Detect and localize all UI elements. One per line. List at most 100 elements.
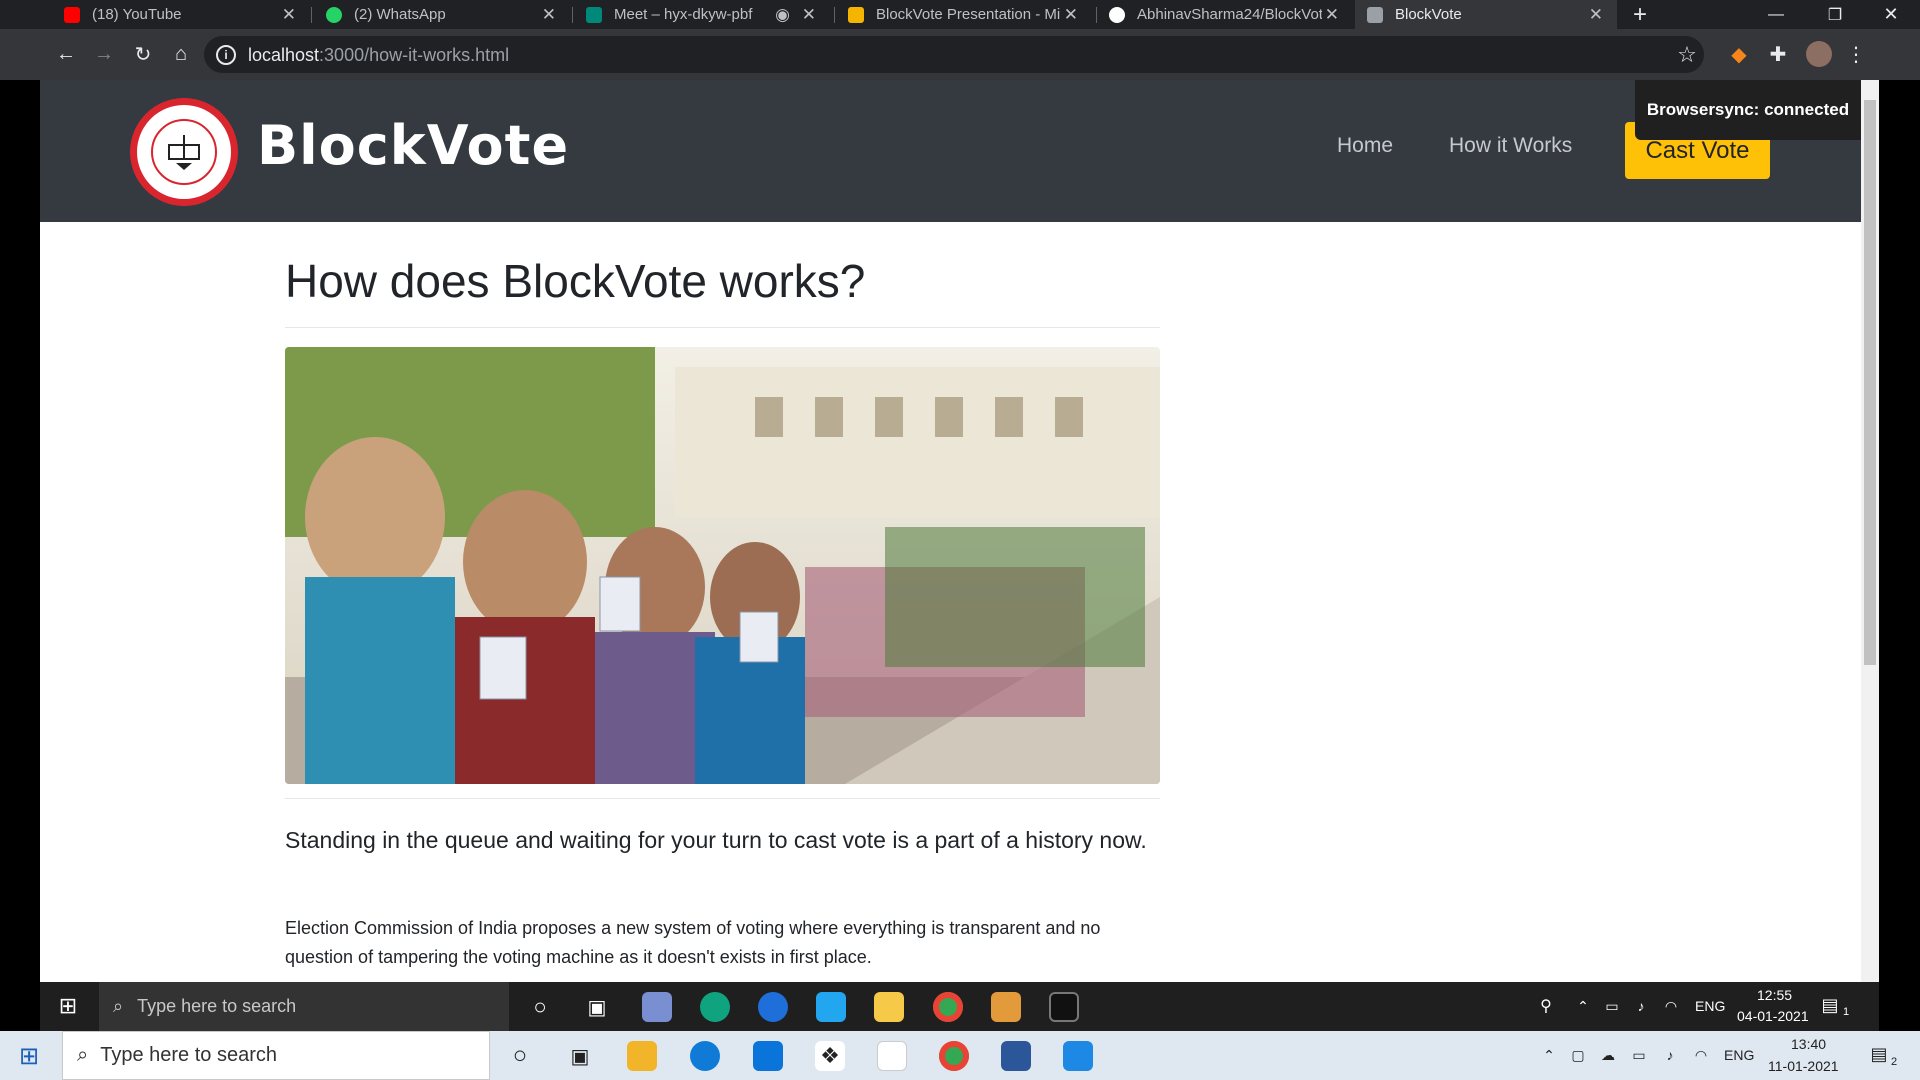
notification-center-icon[interactable]: ▤ xyxy=(1817,992,1843,1018)
lead-paragraph: Standing in the queue and waiting for yo… xyxy=(285,827,1147,853)
minimize-icon[interactable]: — xyxy=(1761,0,1791,29)
clock-date[interactable]: 11-01-2021 xyxy=(1768,1058,1839,1074)
search-icon: ⌕ xyxy=(77,1044,89,1066)
dropbox-icon[interactable]: ❖ xyxy=(815,1041,845,1071)
chrome-icon[interactable] xyxy=(933,992,963,1022)
chevron-up-icon[interactable]: ⌃ xyxy=(1573,994,1593,1018)
url-host: localhost xyxy=(248,45,320,65)
tab-title: Meet – hyx-dkyw-pbf xyxy=(614,6,753,23)
tab-title: AbhinavSharma24/BlockVote xyxy=(1137,6,1322,23)
window-close-icon[interactable]: ✕ xyxy=(1876,0,1906,29)
taskbar-search-box[interactable]: ⌕ Type here to search xyxy=(62,1031,490,1080)
college-seal-logo[interactable] xyxy=(130,98,238,206)
tab-title: (18) YouTube xyxy=(92,6,182,23)
whatsapp-icon xyxy=(326,6,342,23)
package-app-icon[interactable] xyxy=(991,992,1021,1022)
task-view-icon[interactable]: ▣ xyxy=(582,992,612,1022)
close-icon[interactable]: ✕ xyxy=(1589,5,1603,25)
mail-app-icon[interactable] xyxy=(758,992,788,1022)
wifi-icon[interactable]: ◠ xyxy=(1690,1043,1712,1067)
clock-time[interactable]: 13:40 xyxy=(1791,1036,1826,1052)
file-explorer-icon[interactable] xyxy=(874,992,904,1022)
clock-time[interactable]: 12:55 xyxy=(1757,987,1792,1003)
battery-icon[interactable]: ▭ xyxy=(1601,994,1623,1018)
url-text[interactable]: localhost:3000/how-it-works.html xyxy=(248,45,509,66)
voters-queue-photo xyxy=(285,347,1160,784)
task-view-icon[interactable]: ▣ xyxy=(565,1041,595,1071)
file-explorer-icon[interactable] xyxy=(627,1041,657,1071)
language-indicator[interactable]: ENG xyxy=(1724,1047,1754,1063)
divider xyxy=(285,327,1160,328)
edge-icon[interactable] xyxy=(690,1041,720,1071)
system-taskbar: ⊞ ⌕ Type here to search ○ ▣ ❖ ⌃ ▢ ☁ ▭ ♪ … xyxy=(0,1031,1920,1080)
notification-count: 1 xyxy=(1843,1006,1850,1018)
brand-name[interactable]: BlockVote xyxy=(257,114,569,177)
seal-emblem-icon xyxy=(168,135,200,170)
paint-app-icon[interactable] xyxy=(642,992,672,1022)
mail-icon[interactable] xyxy=(753,1041,783,1071)
recorded-taskbar: ⊞ ⌕ Type here to search ○ ▣ ⚲ ⌃ ▭ ♪ ◠ EN… xyxy=(40,982,1879,1031)
address-bar[interactable]: i localhost:3000/how-it-works.html ☆ xyxy=(204,36,1704,73)
volume-icon[interactable]: ♪ xyxy=(1659,1043,1681,1067)
divider xyxy=(285,798,1160,799)
notification-center-icon[interactable]: ▤ xyxy=(1866,1041,1892,1067)
language-indicator[interactable]: ENG xyxy=(1695,998,1725,1014)
cortana-icon[interactable]: ○ xyxy=(525,992,555,1022)
windows-start-icon[interactable]: ⊞ xyxy=(16,1043,42,1070)
new-tab-button[interactable]: + xyxy=(1625,0,1655,29)
screen-recorder-icon[interactable] xyxy=(1063,1041,1093,1071)
site-navbar: BlockVote Home How it Works Cast Vote Br… xyxy=(40,80,1861,222)
body-paragraph: Election Commission of India proposes a … xyxy=(285,918,1101,967)
metamask-extension-icon[interactable]: ◆ xyxy=(1724,29,1754,80)
google-slides-icon xyxy=(848,6,864,23)
tab-blockvote[interactable]: BlockVote ✕ xyxy=(1355,0,1617,29)
restore-icon[interactable]: ❐ xyxy=(1820,0,1850,29)
meet-now-icon[interactable]: ▢ xyxy=(1567,1043,1589,1067)
page-scrollbar[interactable] xyxy=(1861,80,1879,982)
onedrive-icon[interactable]: ☁ xyxy=(1597,1043,1619,1067)
browsersync-notification: Browsersync: connected xyxy=(1635,80,1861,140)
tab-title: BlockVote xyxy=(1395,6,1462,23)
taskbar-search-box[interactable]: ⌕ Type here to search xyxy=(99,982,509,1031)
forward-icon[interactable]: → xyxy=(89,29,119,80)
github-icon xyxy=(1109,6,1125,23)
voters-queue-image xyxy=(285,347,1160,784)
tab-title: BlockVote Presentation - Mi xyxy=(876,6,1061,23)
bookmark-star-icon[interactable]: ☆ xyxy=(1674,42,1700,68)
tab-github[interactable]: AbhinavSharma24/BlockVote ✕ xyxy=(1043,0,1353,29)
chatgpt-app-icon[interactable] xyxy=(700,992,730,1022)
page-icon xyxy=(1367,6,1383,23)
home-icon[interactable]: ⌂ xyxy=(166,29,196,80)
scrollbar-thumb[interactable] xyxy=(1864,100,1876,665)
close-icon[interactable]: ✕ xyxy=(1325,5,1339,25)
nav-home-link[interactable]: Home xyxy=(1337,134,1393,158)
wifi-icon[interactable]: ◠ xyxy=(1660,994,1682,1018)
tab-strip: (18) YouTube ✕ (2) WhatsApp ✕ Meet – hyx… xyxy=(0,0,1920,29)
search-placeholder: Type here to search xyxy=(137,996,297,1016)
clock-date[interactable]: 04-01-2021 xyxy=(1737,1008,1809,1024)
chevron-up-icon[interactable]: ⌃ xyxy=(1539,1043,1559,1067)
nav-how-it-works-link[interactable]: How it Works xyxy=(1449,134,1572,158)
search-icon: ⌕ xyxy=(113,996,124,1016)
menu-icon[interactable]: ⋮ xyxy=(1841,29,1871,80)
url-path: :3000/how-it-works.html xyxy=(319,45,510,65)
cortana-icon[interactable]: ○ xyxy=(505,1041,535,1071)
page-title: How does BlockVote works? xyxy=(285,255,866,307)
reload-icon[interactable]: ↻ xyxy=(128,29,158,80)
info-icon[interactable]: i xyxy=(216,45,236,65)
back-icon[interactable]: ← xyxy=(51,29,81,80)
people-icon[interactable]: ⚲ xyxy=(1534,994,1558,1018)
vscode-icon[interactable] xyxy=(816,992,846,1022)
youtube-icon xyxy=(64,6,80,23)
windows-start-icon[interactable]: ⊞ xyxy=(56,993,80,1018)
word-icon[interactable] xyxy=(1001,1041,1031,1071)
battery-icon[interactable]: ▭ xyxy=(1628,1043,1650,1067)
extensions-icon[interactable]: ✚ xyxy=(1763,29,1793,80)
volume-icon[interactable]: ♪ xyxy=(1630,994,1652,1018)
terminal-icon[interactable] xyxy=(1049,992,1079,1022)
chrome-icon[interactable] xyxy=(939,1041,969,1071)
browser-toolbar: ← → ↻ ⌂ i localhost:3000/how-it-works.ht… xyxy=(0,29,1920,80)
tab-title: (2) WhatsApp xyxy=(354,6,446,23)
amazon-icon[interactable] xyxy=(877,1041,907,1071)
profile-avatar[interactable] xyxy=(1806,41,1832,67)
